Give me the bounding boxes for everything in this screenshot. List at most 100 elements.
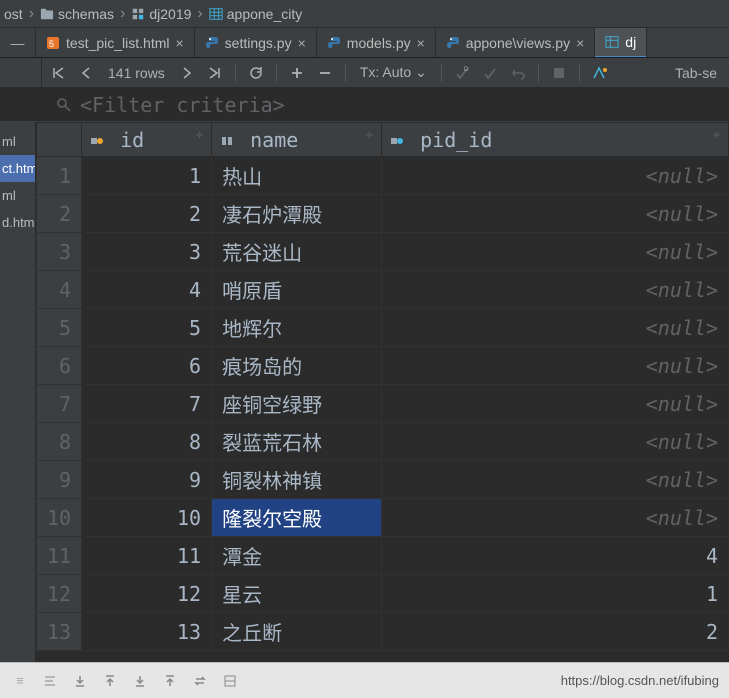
cell-name[interactable]: 荒谷迷山 xyxy=(212,233,382,271)
upload-icon[interactable] xyxy=(100,671,120,691)
cell-id[interactable]: 12 xyxy=(82,575,212,613)
cell-pid[interactable]: <null> xyxy=(382,347,729,385)
tool-window-button[interactable]: — xyxy=(0,28,36,58)
row-number-cell[interactable]: 10 xyxy=(37,499,82,537)
download-icon[interactable] xyxy=(70,671,90,691)
cell-id[interactable]: 10 xyxy=(82,499,212,537)
cell-id[interactable]: 2 xyxy=(82,195,212,233)
cell-name[interactable]: 凄石炉潭殿 xyxy=(212,195,382,233)
row-number-cell[interactable]: 2 xyxy=(37,195,82,233)
close-icon[interactable]: × xyxy=(298,36,306,50)
row-number-cell[interactable]: 9 xyxy=(37,461,82,499)
breadcrumb-item[interactable]: dj2019 xyxy=(131,6,191,22)
breadcrumb-item[interactable]: ost xyxy=(4,6,23,22)
table-row[interactable]: 99铜裂林神镇<null> xyxy=(37,461,729,499)
cell-id[interactable]: 8 xyxy=(82,423,212,461)
table-row[interactable]: 1313之丘断2 xyxy=(37,613,729,651)
cell-pid[interactable]: 4 xyxy=(382,537,729,575)
row-number-cell[interactable]: 8 xyxy=(37,423,82,461)
prev-page-button[interactable] xyxy=(74,61,98,85)
delete-row-button[interactable] xyxy=(313,61,337,85)
cell-id[interactable]: 1 xyxy=(82,157,212,195)
close-icon[interactable]: × xyxy=(175,36,183,50)
cell-pid[interactable]: <null> xyxy=(382,461,729,499)
table-row[interactable]: 77座铜空绿野<null> xyxy=(37,385,729,423)
tx-mode-dropdown[interactable]: Tx: Auto ⌄ xyxy=(354,64,433,81)
table-row[interactable]: 55地辉尔<null> xyxy=(37,309,729,347)
table-row[interactable]: 11热山<null> xyxy=(37,157,729,195)
breadcrumb-item[interactable]: appone_city xyxy=(209,6,303,22)
cell-name[interactable]: 痕场岛的 xyxy=(212,347,382,385)
tab-settings[interactable]: settings.py × xyxy=(195,28,317,58)
sidebar-item[interactable]: ml xyxy=(0,128,35,155)
close-icon[interactable]: × xyxy=(417,36,425,50)
cell-name[interactable]: 之丘断 xyxy=(212,613,382,651)
table-row[interactable]: 22凄石炉潭殿<null> xyxy=(37,195,729,233)
table-row[interactable]: 1111潭金4 xyxy=(37,537,729,575)
cell-pid[interactable]: <null> xyxy=(382,423,729,461)
row-number-cell[interactable]: 6 xyxy=(37,347,82,385)
cell-id[interactable]: 13 xyxy=(82,613,212,651)
column-header-name[interactable]: name ÷ xyxy=(212,123,382,157)
column-header-pid[interactable]: pid_id ÷ xyxy=(382,123,729,157)
cell-id[interactable]: 7 xyxy=(82,385,212,423)
add-row-button[interactable] xyxy=(285,61,309,85)
cell-name[interactable]: 隆裂尔空殿 xyxy=(212,499,382,537)
row-number-header[interactable] xyxy=(37,123,82,157)
table-row[interactable]: 88裂蓝荒石林<null> xyxy=(37,423,729,461)
close-icon[interactable]: × xyxy=(576,36,584,50)
cell-name[interactable]: 热山 xyxy=(212,157,382,195)
cell-id[interactable]: 6 xyxy=(82,347,212,385)
cell-name[interactable]: 星云 xyxy=(212,575,382,613)
cell-pid[interactable]: <null> xyxy=(382,385,729,423)
cell-pid[interactable]: 2 xyxy=(382,613,729,651)
cell-pid[interactable]: <null> xyxy=(382,499,729,537)
row-number-cell[interactable]: 12 xyxy=(37,575,82,613)
breadcrumb-item[interactable]: schemas xyxy=(40,6,114,22)
sidebar-item[interactable]: ct.htm xyxy=(0,155,35,182)
cell-id[interactable]: 5 xyxy=(82,309,212,347)
cell-id[interactable]: 4 xyxy=(82,271,212,309)
row-number-cell[interactable]: 13 xyxy=(37,613,82,651)
row-number-cell[interactable]: 11 xyxy=(37,537,82,575)
cell-pid[interactable]: <null> xyxy=(382,157,729,195)
cell-name[interactable]: 哨原盾 xyxy=(212,271,382,309)
download2-icon[interactable] xyxy=(130,671,150,691)
rollback-button[interactable] xyxy=(506,61,530,85)
reload-button[interactable] xyxy=(244,61,268,85)
last-page-button[interactable] xyxy=(203,61,227,85)
cell-pid[interactable]: <null> xyxy=(382,309,729,347)
repeat-icon[interactable] xyxy=(190,671,210,691)
stop-button[interactable] xyxy=(547,61,571,85)
cell-name[interactable]: 座铜空绿野 xyxy=(212,385,382,423)
tab-views[interactable]: appone\views.py × xyxy=(436,28,595,58)
cell-pid[interactable]: <null> xyxy=(382,271,729,309)
cell-name[interactable]: 裂蓝荒石林 xyxy=(212,423,382,461)
cell-name[interactable]: 地辉尔 xyxy=(212,309,382,347)
row-number-cell[interactable]: 5 xyxy=(37,309,82,347)
cell-pid[interactable]: <null> xyxy=(382,195,729,233)
submit-button[interactable] xyxy=(478,61,502,85)
row-number-cell[interactable]: 7 xyxy=(37,385,82,423)
sidebar-item[interactable]: ml xyxy=(0,182,35,209)
menu-icon[interactable]: ≡ xyxy=(10,671,30,691)
cell-id[interactable]: 3 xyxy=(82,233,212,271)
cell-name[interactable]: 铜裂林神镇 xyxy=(212,461,382,499)
tab-models[interactable]: models.py × xyxy=(317,28,436,58)
filter-input[interactable]: <Filter criteria> xyxy=(80,93,285,117)
next-page-button[interactable] xyxy=(175,61,199,85)
cell-pid[interactable]: <null> xyxy=(382,233,729,271)
cell-pid[interactable]: 1 xyxy=(382,575,729,613)
cell-id[interactable]: 11 xyxy=(82,537,212,575)
tab-test-pic-list[interactable]: 5 test_pic_list.html × xyxy=(36,28,195,58)
table-row[interactable]: 1010隆裂尔空殿<null> xyxy=(37,499,729,537)
view-options-button[interactable] xyxy=(588,61,612,85)
sidebar-item[interactable]: d.html xyxy=(0,209,35,236)
text-align-icon[interactable] xyxy=(40,671,60,691)
table-row[interactable]: 1212星云1 xyxy=(37,575,729,613)
table-row[interactable]: 44哨原盾<null> xyxy=(37,271,729,309)
filter-icon[interactable] xyxy=(220,671,240,691)
cell-id[interactable]: 9 xyxy=(82,461,212,499)
filter-row[interactable]: <Filter criteria> xyxy=(0,88,729,122)
row-number-cell[interactable]: 1 xyxy=(37,157,82,195)
